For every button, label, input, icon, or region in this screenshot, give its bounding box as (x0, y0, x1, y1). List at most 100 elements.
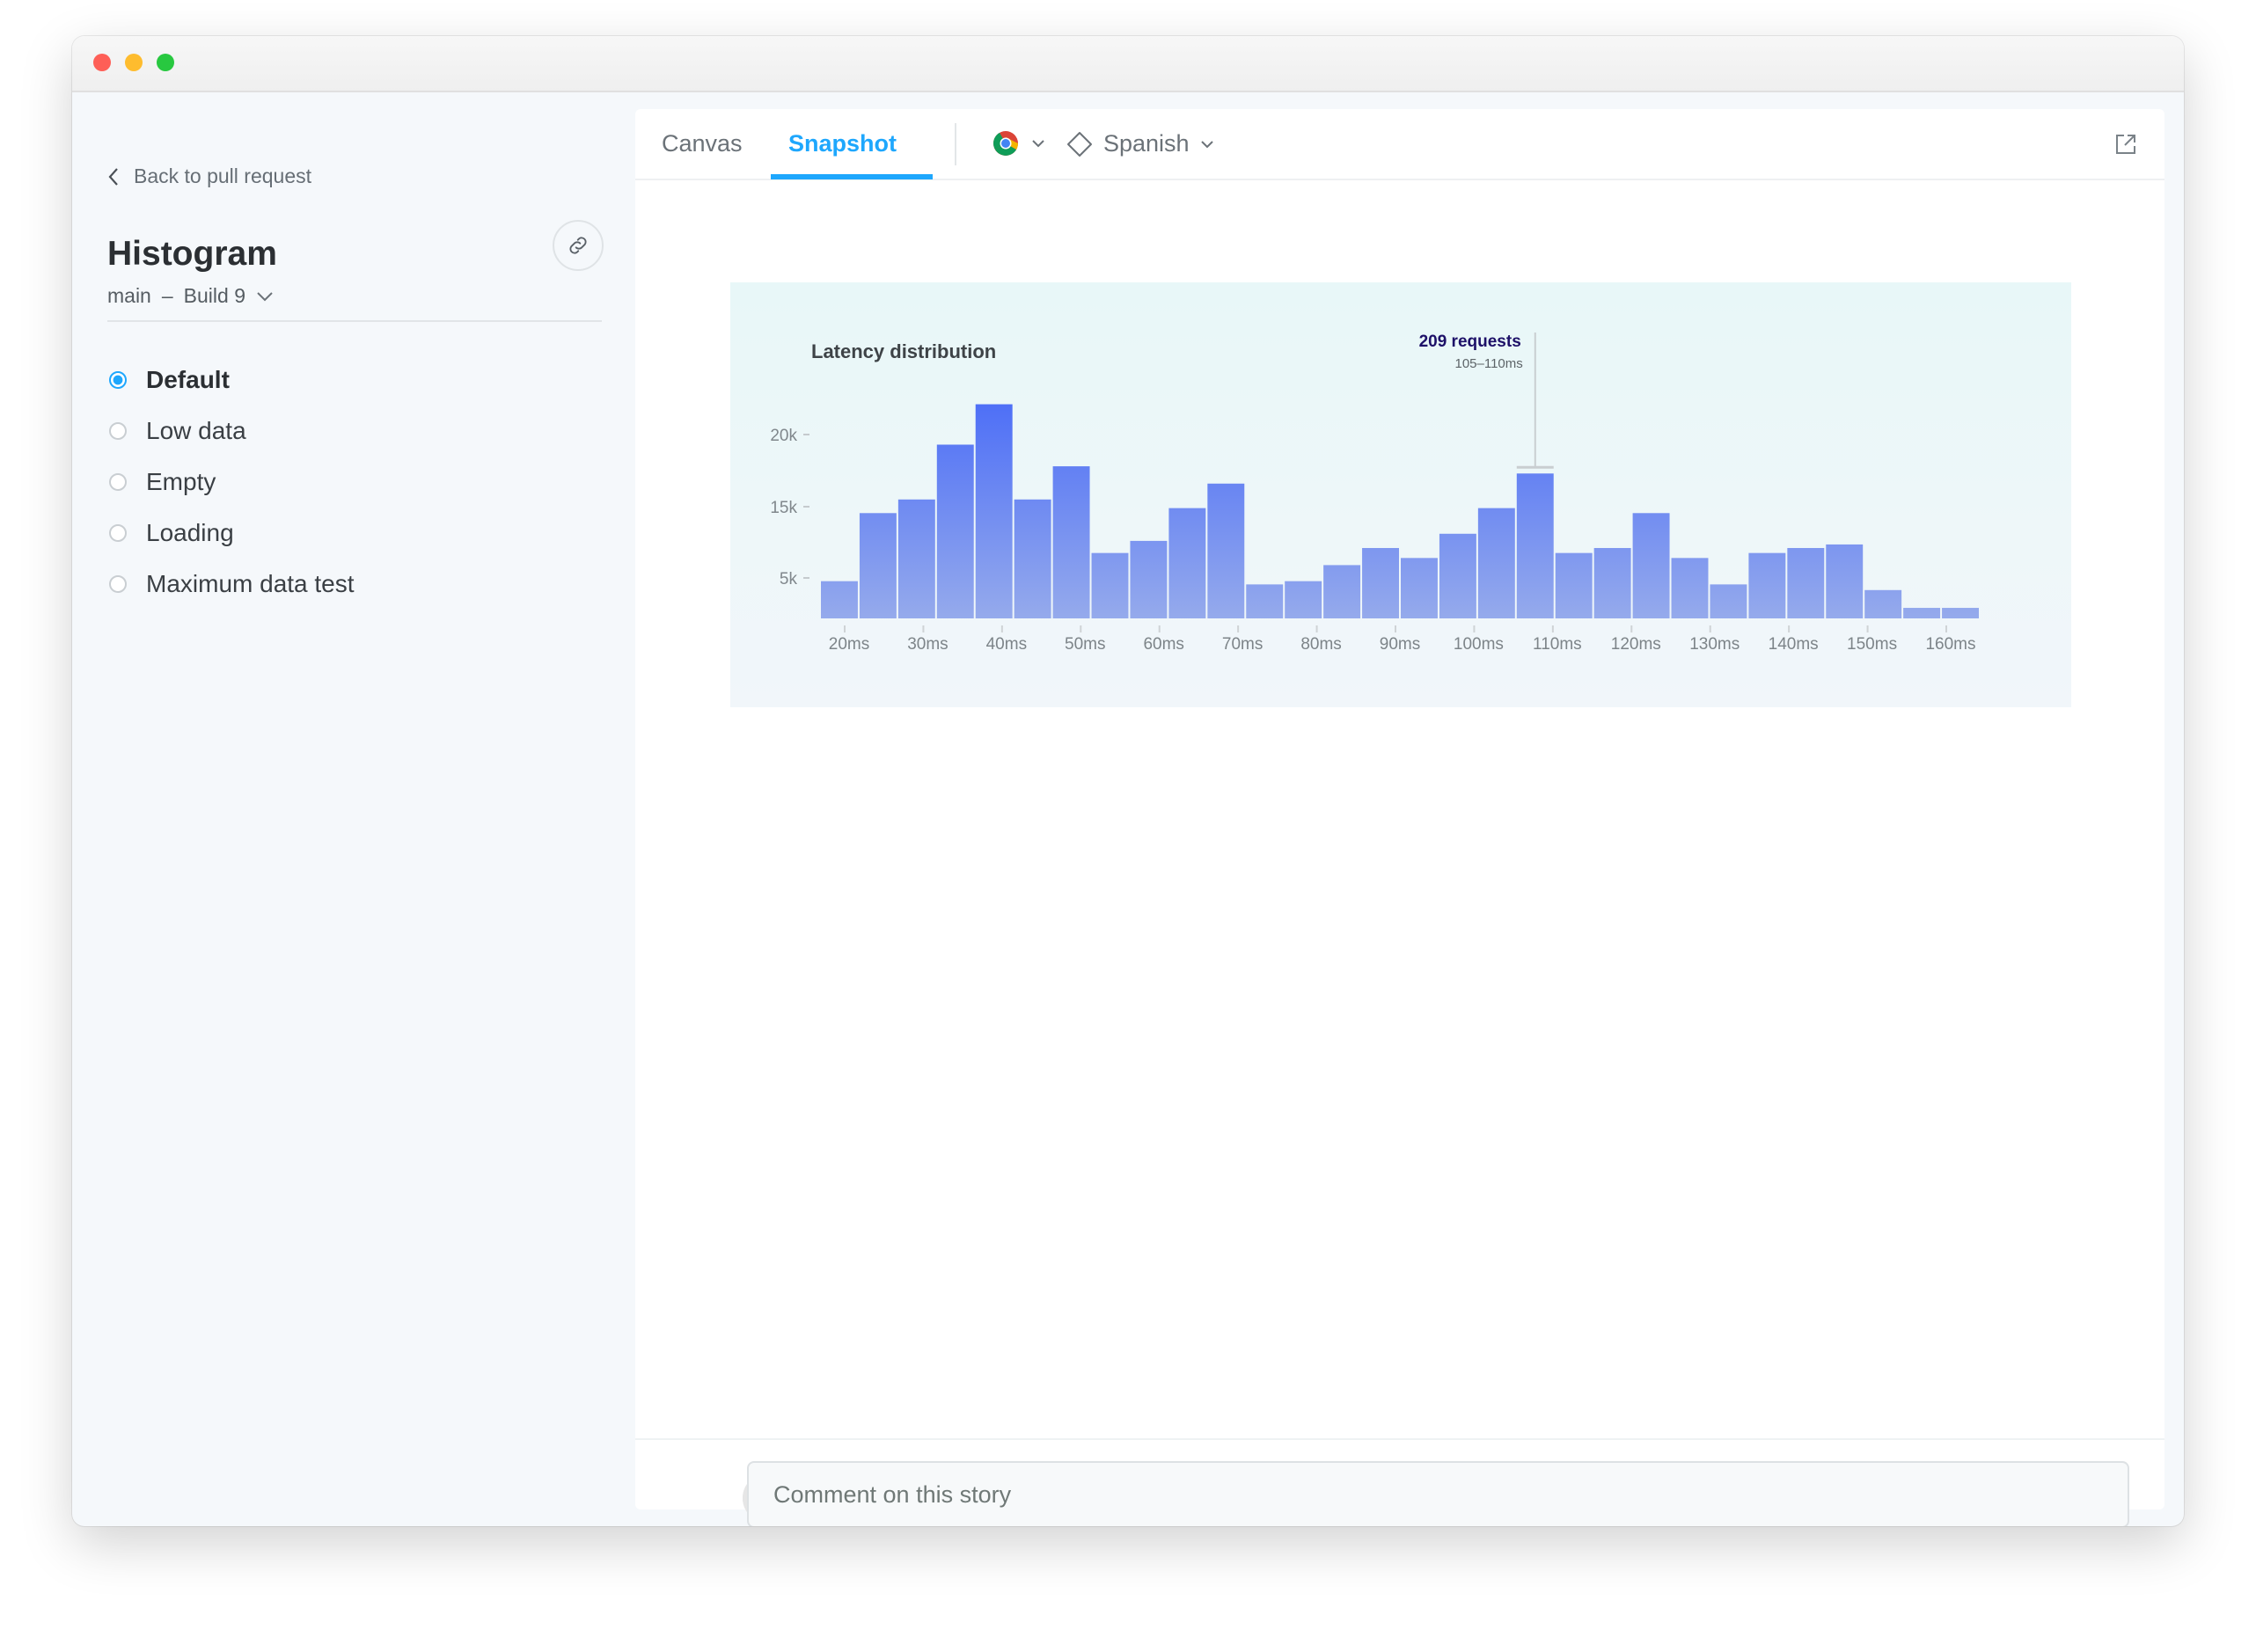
x-tick-label: 50ms (1065, 635, 1105, 654)
locale-selector[interactable]: Spanish (1066, 130, 1214, 157)
build-label: Build 9 (183, 284, 245, 307)
histogram-bar[interactable] (1632, 513, 1670, 618)
comment-bar (635, 1438, 2164, 1526)
histogram-bar[interactable] (975, 404, 1013, 618)
histogram-bar[interactable] (1439, 533, 1476, 618)
histogram-bar[interactable] (1401, 558, 1438, 618)
radio-icon (109, 422, 127, 440)
toolbar-divider (955, 123, 956, 165)
story-title: Histogram (107, 235, 277, 273)
histogram-bar[interactable] (1671, 558, 1709, 618)
histogram-bar[interactable] (1130, 540, 1168, 618)
back-to-pull-request-link[interactable]: Back to pull request (107, 164, 311, 188)
story-label: Low data (146, 417, 246, 444)
browser-selector[interactable] (992, 130, 1045, 157)
toolbar: Canvas Snapshot Spanish (635, 109, 2164, 180)
histogram-bar[interactable] (1593, 547, 1631, 618)
copy-link-button[interactable] (553, 220, 604, 271)
histogram-bar[interactable] (1516, 473, 1554, 618)
sidebar-divider (107, 320, 602, 322)
x-tick-label: 120ms (1611, 635, 1661, 654)
histogram-bar[interactable] (1710, 584, 1747, 618)
story-label: Default (146, 366, 230, 393)
chevron-left-icon (108, 167, 118, 186)
histogram-chart: Latency distribution 20k 15k 5k 20ms 30ms 40… (730, 282, 2071, 707)
histogram-bar[interactable] (1555, 552, 1593, 618)
tab-snapshot[interactable]: Snapshot (788, 130, 897, 157)
x-tick-label: 130ms (1689, 635, 1740, 654)
x-tick-label: 70ms (1222, 635, 1263, 654)
histogram-bar[interactable] (821, 581, 858, 618)
histogram-bar[interactable] (1091, 552, 1129, 618)
x-tick-label: 90ms (1380, 635, 1420, 654)
minimize-window-button[interactable] (125, 54, 143, 71)
histogram-svg: Latency distribution 20k 15k 5k 20ms 30ms 40… (770, 333, 1979, 654)
histogram-bar[interactable] (1052, 466, 1090, 618)
histogram-bar[interactable] (1362, 547, 1399, 618)
x-tick-label: 40ms (986, 635, 1027, 654)
tooltip-title: 209 requests (1419, 333, 1521, 351)
tab-canvas[interactable]: Canvas (662, 130, 743, 157)
histogram-bar[interactable] (1787, 547, 1825, 618)
histogram-bar[interactable] (1207, 483, 1245, 618)
y-tick-label: 5k (780, 570, 798, 588)
histogram-bar[interactable] (1014, 499, 1051, 618)
active-tab-indicator (771, 174, 933, 179)
story-list: Default Low data Empty Loading Maximum d… (109, 355, 355, 610)
close-window-button[interactable] (93, 54, 111, 71)
histogram-bar[interactable] (1864, 589, 1902, 618)
x-tick-label: 30ms (907, 635, 948, 654)
story-loading[interactable]: Loading (109, 508, 355, 559)
tooltip-range: 105–110ms (1454, 356, 1522, 371)
x-tick-label: 150ms (1847, 635, 1897, 654)
histogram-bar[interactable] (936, 444, 974, 618)
sidebar: Back to pull request Histogram main – Bu… (72, 92, 635, 1526)
histogram-bar[interactable] (1942, 608, 1979, 618)
x-tick-label: 140ms (1769, 635, 1819, 654)
main-panel: Canvas Snapshot Spanish Latency distribu… (635, 109, 2164, 1526)
histogram-bar[interactable] (1323, 565, 1361, 618)
x-tick-label: 100ms (1454, 635, 1504, 654)
x-tick-label: 20ms (829, 635, 869, 654)
story-default[interactable]: Default (109, 355, 355, 406)
histogram-bar[interactable] (1246, 584, 1284, 618)
comment-input[interactable] (747, 1461, 2129, 1526)
radio-icon (109, 473, 127, 491)
histogram-bar[interactable] (1168, 508, 1206, 618)
separator: – (161, 284, 173, 307)
y-tick-label: 20k (770, 427, 797, 445)
build-selector[interactable]: main – Build 9 (107, 284, 274, 308)
app-window: Back to pull request Histogram main – Bu… (72, 36, 2184, 1526)
maximize-window-button[interactable] (157, 54, 174, 71)
story-empty[interactable]: Empty (109, 457, 355, 508)
chevron-down-icon (257, 291, 273, 301)
locale-diamond-icon (1067, 131, 1092, 157)
branch-name: main (107, 284, 151, 307)
link-icon (569, 237, 587, 254)
chrome-icon (993, 131, 1018, 156)
chevron-down-icon (1200, 140, 1213, 148)
locale-label: Spanish (1103, 130, 1190, 157)
y-tick-label: 15k (770, 499, 797, 517)
histogram-bar[interactable] (1748, 552, 1786, 618)
x-tick-label: 80ms (1300, 635, 1341, 654)
story-label: Maximum data test (146, 570, 355, 597)
histogram-bar[interactable] (1826, 544, 1864, 618)
story-label: Loading (146, 519, 234, 546)
story-maximum-data-test[interactable]: Maximum data test (109, 559, 355, 610)
radio-selected-icon (109, 371, 127, 389)
x-tick-label: 60ms (1143, 635, 1183, 654)
histogram-bar[interactable] (1903, 608, 1941, 618)
x-tick-label: 160ms (1925, 635, 1975, 654)
histogram-bar[interactable] (897, 499, 935, 618)
chevron-down-icon (1032, 140, 1044, 148)
histogram-bar[interactable] (1477, 508, 1515, 618)
title-bar (72, 36, 2184, 92)
open-in-new-window-icon[interactable] (2113, 132, 2138, 157)
histogram-bar[interactable] (859, 513, 897, 618)
story-low-data[interactable]: Low data (109, 406, 355, 457)
chart-title: Latency distribution (811, 340, 996, 362)
x-tick-label: 110ms (1533, 635, 1582, 654)
histogram-bar[interactable] (1285, 581, 1322, 618)
radio-icon (109, 524, 127, 542)
